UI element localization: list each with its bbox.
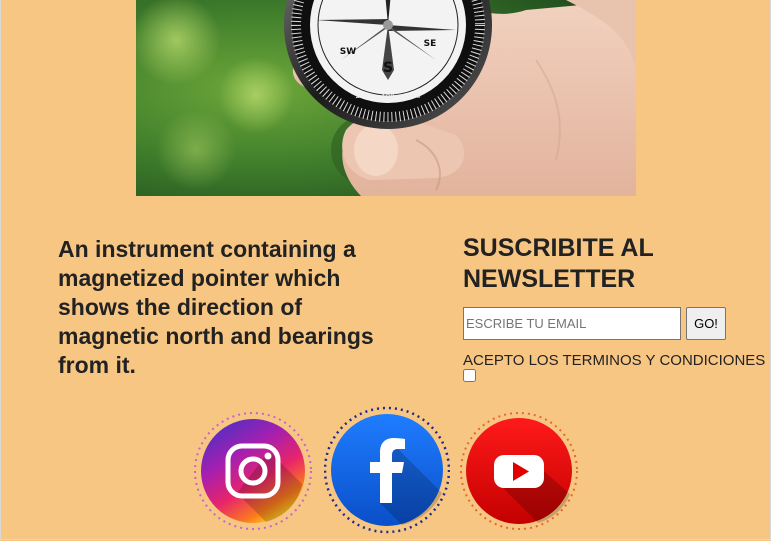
terms-checkbox[interactable] <box>463 369 476 382</box>
facebook-icon <box>323 406 451 534</box>
youtube-icon <box>460 412 578 530</box>
newsletter-title: SUSCRIBITE AL NEWSLETTER <box>463 234 654 293</box>
svg-text:S: S <box>383 60 393 76</box>
svg-text:SW: SW <box>340 47 356 57</box>
hero-image: S SW SE 180 200 160 <box>136 0 636 196</box>
tagline-text: An instrument containing a magnetized po… <box>58 236 374 378</box>
facebook-link[interactable] <box>323 405 451 540</box>
svg-text:SE: SE <box>424 39 437 49</box>
newsletter-form: GO! <box>463 307 726 340</box>
newsletter-section: SUSCRIBITE AL NEWSLETTER GO! ACEPTO LOS … <box>463 233 768 382</box>
svg-text:160: 160 <box>407 92 420 100</box>
go-button[interactable]: GO! <box>686 307 726 340</box>
instagram-link[interactable] <box>194 409 312 538</box>
svg-text:180: 180 <box>381 93 394 101</box>
instagram-icon <box>194 412 312 530</box>
svg-text:200: 200 <box>355 92 368 100</box>
terms-label: ACEPTO LOS TERMINOS Y CONDICIONES <box>463 352 766 369</box>
email-input[interactable] <box>463 307 681 340</box>
youtube-link[interactable] <box>460 409 580 538</box>
